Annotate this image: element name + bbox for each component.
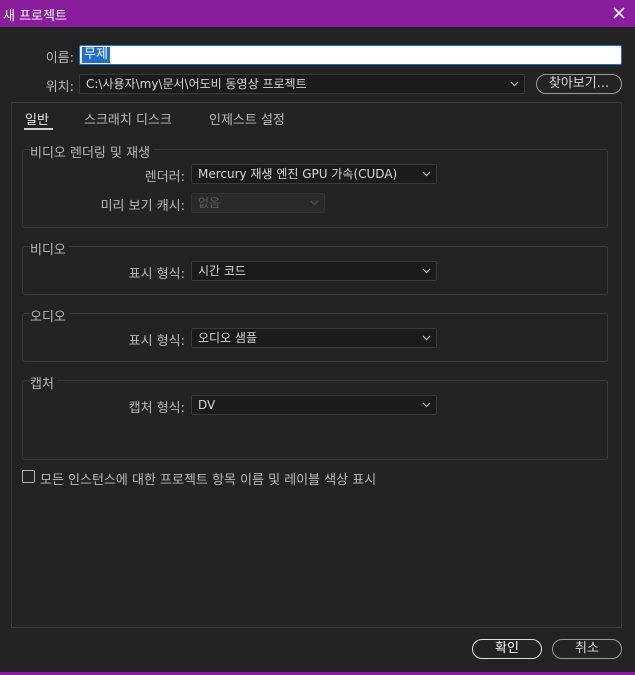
tab-general[interactable]: 일반 — [25, 109, 49, 128]
renderer-label: 렌더러: — [144, 170, 185, 185]
name-input[interactable]: 무제 — [79, 45, 622, 65]
preview-cache-dropdown: 없음 — [191, 193, 325, 213]
close-icon[interactable] — [609, 3, 629, 23]
show-labels-checkbox[interactable] — [22, 470, 35, 483]
capture-group — [22, 380, 608, 460]
chevron-down-icon — [422, 268, 431, 274]
location-dropdown[interactable]: C:\사용자\my\문서\어도비 동영상 프로젝트 — [79, 74, 525, 94]
location-value: C:\사용자\my\문서\어도비 동영상 프로젝트 — [86, 77, 307, 91]
active-tab-indicator — [24, 128, 53, 130]
renderer-dropdown[interactable]: Mercury 재생 엔진 GPU 가속(CUDA) — [191, 164, 437, 184]
audio-display-format-dropdown[interactable]: 오디오 샘플 — [191, 328, 437, 348]
capture-title: 캡처 — [30, 373, 57, 392]
browse-button[interactable]: 찾아보기... — [536, 74, 622, 94]
title-bar: 새 프로젝트 — [0, 0, 635, 27]
window-title: 새 프로젝트 — [3, 9, 67, 24]
video-display-format-value: 시간 코드 — [198, 264, 246, 278]
preview-cache-value: 없음 — [198, 196, 221, 210]
chevron-down-icon — [422, 402, 431, 408]
audio-display-format-value: 오디오 샘플 — [198, 331, 258, 345]
preview-cache-label: 미리 보기 캐시: — [100, 199, 185, 214]
name-input-value: 무제 — [82, 47, 110, 63]
name-label: 이름: — [45, 51, 74, 66]
tab-ingest-settings[interactable]: 인제스트 설정 — [209, 109, 285, 128]
video-display-format-dropdown[interactable]: 시간 코드 — [191, 261, 437, 281]
video-display-format-label: 표시 형식: — [128, 267, 185, 282]
video-title: 비디오 — [30, 239, 69, 258]
audio-display-format-label: 표시 형식: — [128, 334, 185, 349]
video-rendering-title: 비디오 렌더링 및 재생 — [30, 142, 154, 161]
capture-format-value: DV — [198, 398, 216, 412]
tab-scratch-disks[interactable]: 스크래치 디스크 — [84, 109, 172, 128]
chevron-down-icon — [310, 200, 319, 206]
cancel-button[interactable]: 취소 — [552, 639, 622, 659]
chevron-down-icon — [422, 335, 431, 341]
audio-title: 오디오 — [30, 306, 69, 325]
renderer-value: Mercury 재생 엔진 GPU 가속(CUDA) — [198, 167, 398, 181]
capture-format-label: 캡처 형식: — [128, 401, 185, 416]
show-labels-label: 모든 인스턴스에 대한 프로젝트 항목 이름 및 레이블 색상 표시 — [40, 473, 377, 488]
capture-format-dropdown[interactable]: DV — [191, 395, 437, 415]
chevron-down-icon — [422, 171, 431, 177]
location-label: 위치: — [45, 80, 74, 95]
ok-button[interactable]: 확인 — [472, 639, 542, 659]
chevron-down-icon — [510, 81, 519, 87]
